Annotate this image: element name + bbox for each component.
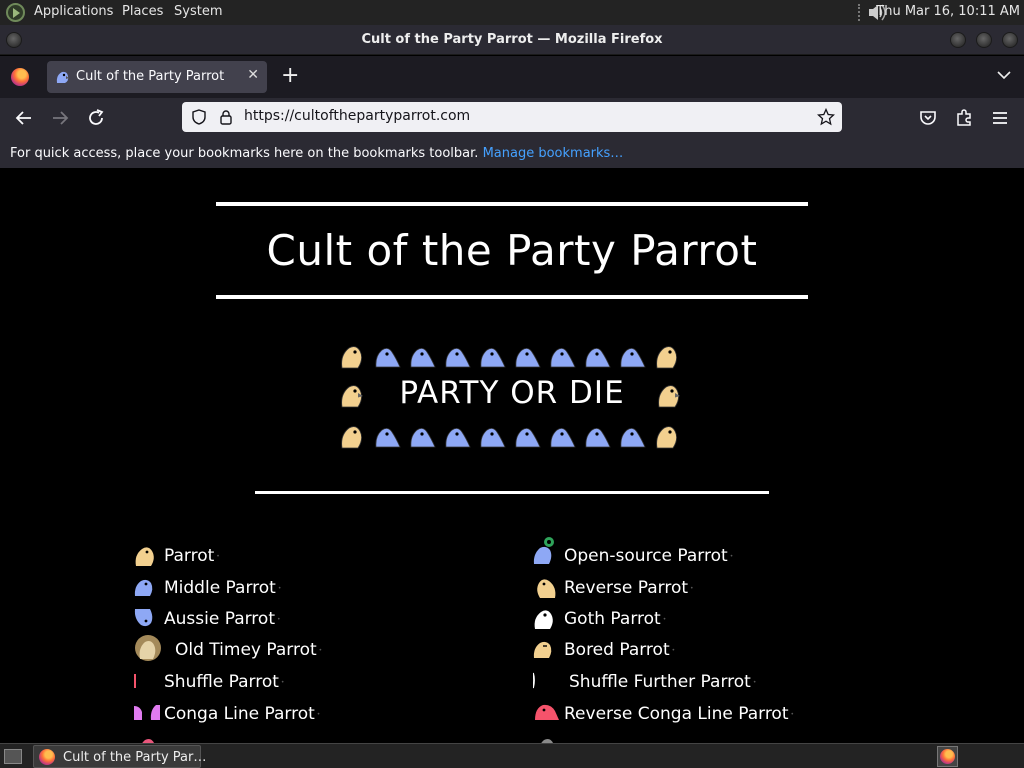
- show-desktop-icon[interactable]: [4, 749, 22, 764]
- bookmarks-hint: For quick access, place your bookmarks h…: [10, 146, 623, 161]
- reverse-parrot-icon: [537, 579, 556, 598]
- forward-arrow-icon[interactable]: [48, 106, 72, 130]
- extensions-puzzle-icon[interactable]: [952, 106, 976, 130]
- page-title: Cult of the Party Parrot: [266, 226, 758, 275]
- window-titlebar[interactable]: Cult of the Party Parrot — Mozilla Firef…: [0, 25, 1024, 55]
- close-window-button[interactable]: [1002, 32, 1018, 48]
- distro-logo-icon[interactable]: [6, 3, 25, 22]
- conga-line-parrot-icon: [134, 705, 160, 720]
- party-parrot-icon: [410, 348, 436, 368]
- party-parrot-icon: [480, 428, 506, 448]
- party-parrot-icon: [550, 348, 576, 368]
- navigation-toolbar: https://cultofthepartyparrot.com: [0, 98, 1024, 138]
- list-item-label[interactable]: Parrot: [164, 546, 220, 566]
- list-item-label[interactable]: Shuffle Further Parrot: [569, 672, 756, 692]
- list-item-label[interactable]: Reverse Conga Line Parrot: [564, 704, 794, 724]
- system-menu[interactable]: System: [174, 4, 222, 19]
- tracking-protection-shield-icon[interactable]: [191, 109, 207, 125]
- web-page: Cult of the Party Parrot PARTY OR DIE Pa…: [0, 168, 1024, 743]
- party-parrot-icon: [445, 428, 471, 448]
- tab-title: Cult of the Party Parrot: [76, 69, 225, 84]
- clock[interactable]: Thu Mar 16, 10:11 AM: [876, 4, 1020, 19]
- tab-strip: Cult of the Party Parrot ✕ +: [0, 56, 1024, 98]
- title-bottom-rule: [216, 295, 808, 299]
- pocket-icon[interactable]: [916, 106, 940, 130]
- party-parrot-icon: [480, 348, 506, 368]
- chevron-down-icon[interactable]: [997, 68, 1011, 82]
- top-panel: Applications Places System Thu Mar 16, 1…: [0, 0, 1024, 25]
- middle-parrot-icon: [134, 579, 153, 596]
- parrot-favicon-icon: [56, 71, 69, 83]
- list-item-label[interactable]: Middle Parrot: [164, 578, 281, 598]
- new-tab-button[interactable]: +: [281, 64, 299, 88]
- party-parrot-icon: [410, 428, 436, 448]
- party-parrot-icon: [620, 428, 646, 448]
- places-menu[interactable]: Places: [122, 4, 163, 19]
- close-tab-icon[interactable]: ✕: [247, 67, 259, 83]
- window-menu-button[interactable]: [6, 32, 22, 48]
- window-title: Cult of the Party Parrot — Mozilla Firef…: [361, 32, 663, 47]
- tab-cult-of-the-party-parrot[interactable]: Cult of the Party Parrot ✕: [47, 61, 267, 93]
- party-or-die-banner: PARTY OR DIE: [399, 375, 625, 411]
- party-parrot-icon: [658, 385, 680, 408]
- party-parrot-icon: [515, 348, 541, 368]
- bookmarks-toolbar: For quick access, place your bookmarks h…: [0, 138, 1024, 168]
- party-parrot-icon: [515, 428, 541, 448]
- party-parrot-icon: [656, 346, 677, 369]
- party-parrot-icon: [550, 428, 576, 448]
- workspace-switcher[interactable]: [937, 746, 958, 767]
- party-parrot-icon: [656, 426, 677, 449]
- list-item-label[interactable]: Aussie Parrot: [164, 609, 281, 629]
- list-item-label[interactable]: Open-source Parrot: [564, 546, 733, 566]
- applications-menu[interactable]: Applications: [34, 4, 113, 19]
- manage-bookmarks-link[interactable]: Manage bookmarks…: [483, 146, 624, 161]
- title-top-rule: [216, 202, 808, 206]
- shuffle-parrot-icon: [134, 674, 136, 688]
- bookmarks-hint-text: For quick access, place your bookmarks h…: [10, 146, 479, 161]
- party-parrot-icon: [142, 739, 154, 743]
- lock-icon[interactable]: [218, 109, 234, 125]
- party-parrot-icon: [375, 428, 401, 448]
- party-parrot-icon: [341, 346, 362, 369]
- back-arrow-icon[interactable]: [12, 106, 36, 130]
- firefox-icon: [39, 749, 55, 765]
- maximize-button[interactable]: [976, 32, 992, 48]
- party-parrot-icon: [341, 426, 362, 449]
- shuffle-further-parrot-icon: [533, 672, 535, 689]
- section-divider: [255, 491, 769, 494]
- reverse-conga-line-parrot-icon: [535, 704, 559, 720]
- parrot-banner-top-row: [340, 343, 686, 369]
- parrot-banner-bottom-row: [340, 423, 686, 449]
- aussie-parrot-icon: [134, 609, 153, 627]
- taskbar-window-label: Cult of the Party Par…: [63, 750, 207, 765]
- taskbar-firefox-window[interactable]: Cult of the Party Par…: [33, 745, 206, 768]
- list-item-label[interactable]: Reverse Parrot: [564, 578, 694, 598]
- list-item-label[interactable]: Shuffle Parrot: [164, 672, 284, 692]
- party-parrot-icon: [620, 348, 646, 368]
- bottom-panel: Cult of the Party Par…: [0, 743, 1024, 768]
- open-source-parrot-icon: [533, 537, 554, 564]
- firefox-icon: [940, 749, 955, 764]
- party-parrot-icon: [585, 348, 611, 368]
- old-timey-parrot-icon: [135, 635, 161, 661]
- party-parrot-icon: [375, 348, 401, 368]
- sad-parrot-icon: [541, 739, 553, 743]
- list-item-label[interactable]: Conga Line Parrot: [164, 704, 320, 724]
- url-bar[interactable]: https://cultofthepartyparrot.com: [182, 102, 842, 132]
- parrot-icon: [135, 547, 154, 566]
- party-parrot-icon: [585, 428, 611, 448]
- reload-icon[interactable]: [84, 106, 108, 130]
- list-item-label[interactable]: Goth Parrot: [564, 609, 666, 629]
- url-text[interactable]: https://cultofthepartyparrot.com: [244, 108, 470, 124]
- firefox-view-icon[interactable]: [11, 68, 29, 86]
- bookmark-star-icon[interactable]: [817, 108, 835, 126]
- goth-parrot-icon: [534, 610, 553, 629]
- list-item-label[interactable]: Bored Parrot: [564, 640, 675, 660]
- hamburger-menu-icon[interactable]: [988, 106, 1012, 130]
- list-item-label[interactable]: Old Timey Parrot: [175, 640, 322, 660]
- party-parrot-icon: [445, 348, 471, 368]
- minimize-button[interactable]: [950, 32, 966, 48]
- bored-parrot-icon: [533, 641, 552, 658]
